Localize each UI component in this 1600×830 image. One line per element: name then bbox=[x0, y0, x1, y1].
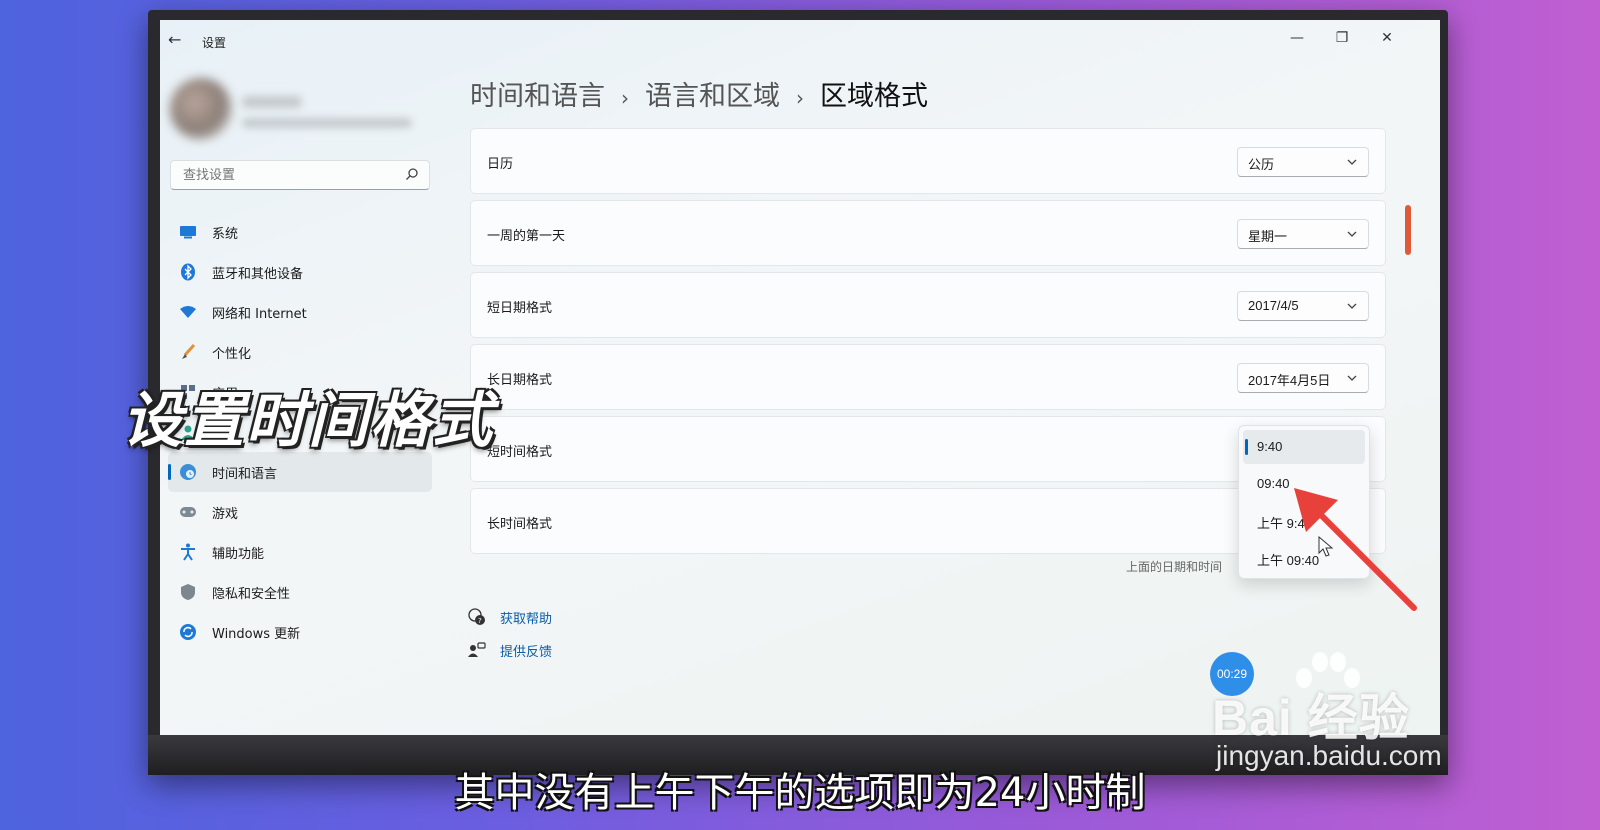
sidebar-item-label: 个性化 bbox=[212, 346, 252, 362]
sidebar-item-label: 网络和 Internet bbox=[212, 306, 307, 322]
sidebar-item-label: 隐私和安全性 bbox=[212, 586, 291, 602]
breadcrumb-separator: › bbox=[621, 86, 629, 110]
video-subtitle: 其中没有上午下午的选项即为24小时制 bbox=[454, 770, 1146, 816]
sidebar-item-windows-update[interactable]: Windows 更新 bbox=[168, 612, 432, 652]
chevron-down-icon bbox=[1347, 375, 1357, 381]
sidebar-item-gaming[interactable]: 游戏 bbox=[168, 492, 432, 532]
feedback-label[interactable]: 提供反馈 bbox=[500, 641, 552, 660]
sidebar-item-label: 系统 bbox=[212, 226, 239, 242]
long-date-dropdown[interactable]: 2017年4月5日 bbox=[1237, 363, 1369, 393]
monitor-icon bbox=[178, 222, 198, 242]
page-title: 区域格式 bbox=[820, 81, 928, 112]
sidebar-item-accessibility[interactable]: 辅助功能 bbox=[168, 532, 432, 572]
dropdown-value: 公历 bbox=[1248, 157, 1275, 172]
sidebar-item-label: 蓝牙和其他设备 bbox=[212, 266, 304, 282]
user-profile[interactable] bbox=[170, 78, 420, 148]
setting-short-date: 短日期格式 2017/4/5 bbox=[470, 272, 1386, 338]
search-input[interactable] bbox=[181, 166, 385, 183]
mouse-cursor-icon bbox=[1318, 536, 1334, 557]
feedback-icon bbox=[468, 642, 486, 657]
scrollbar[interactable] bbox=[1405, 205, 1411, 255]
calendar-dropdown[interactable]: 公历 bbox=[1237, 147, 1369, 177]
back-arrow-icon[interactable]: ← bbox=[168, 32, 184, 48]
sidebar-item-label: 游戏 bbox=[212, 506, 239, 522]
wifi-icon bbox=[178, 302, 198, 322]
breadcrumb-separator: › bbox=[796, 86, 804, 110]
date-time-note: 上面的日期和时间 bbox=[1126, 560, 1223, 574]
sidebar-item-label: 辅助功能 bbox=[212, 546, 265, 562]
svg-text:?: ? bbox=[478, 617, 482, 625]
search-box[interactable] bbox=[170, 160, 430, 190]
bluetooth-icon bbox=[178, 262, 198, 282]
sidebar-item-label: Windows 更新 bbox=[212, 626, 301, 642]
feedback-link[interactable]: 提供反馈 bbox=[468, 638, 552, 662]
first-day-dropdown[interactable]: 星期一 bbox=[1237, 219, 1369, 249]
setting-label: 日历 bbox=[487, 157, 514, 172]
app-title: 设置 bbox=[202, 36, 227, 50]
setting-label: 一周的第一天 bbox=[487, 229, 566, 244]
sidebar-item-label: 时间和语言 bbox=[212, 466, 278, 482]
setting-label: 短日期格式 bbox=[487, 301, 553, 316]
chevron-down-icon bbox=[1347, 231, 1357, 237]
setting-label: 短时间格式 bbox=[487, 445, 553, 460]
breadcrumb-time-language[interactable]: 时间和语言 bbox=[470, 81, 605, 112]
accessibility-icon bbox=[178, 542, 198, 562]
breadcrumb-language-region[interactable]: 语言和区域 bbox=[645, 81, 780, 112]
dropdown-value: 星期一 bbox=[1248, 229, 1288, 244]
get-help-label[interactable]: 获取帮助 bbox=[500, 608, 552, 627]
gamepad-icon bbox=[178, 502, 198, 522]
red-arrow-annotation bbox=[1294, 488, 1417, 611]
shield-icon bbox=[178, 582, 198, 602]
chevron-down-icon bbox=[1347, 303, 1357, 309]
breadcrumb: 时间和语言 › 语言和区域 › 区域格式 bbox=[470, 74, 928, 113]
update-icon bbox=[178, 622, 198, 642]
profile-email-blurred bbox=[242, 118, 412, 128]
title-bar: ← 设置 — ❐ ✕ bbox=[160, 20, 1440, 60]
sidebar-item-bluetooth[interactable]: 蓝牙和其他设备 bbox=[168, 252, 432, 292]
time-option-1[interactable]: 9:40 bbox=[1243, 430, 1365, 464]
setting-label: 长时间格式 bbox=[487, 517, 553, 532]
sidebar-item-privacy[interactable]: 隐私和安全性 bbox=[168, 572, 432, 612]
setting-calendar: 日历 公历 bbox=[470, 128, 1386, 194]
search-icon[interactable] bbox=[405, 167, 419, 181]
sidebar-item-personalization[interactable]: 个性化 bbox=[168, 332, 432, 372]
setting-label: 长日期格式 bbox=[487, 373, 553, 388]
setting-long-date: 长日期格式 2017年4月5日 bbox=[470, 344, 1386, 410]
close-button[interactable]: ✕ bbox=[1375, 26, 1399, 50]
dropdown-value: 2017年4月5日 bbox=[1248, 373, 1331, 388]
brush-icon bbox=[178, 342, 198, 362]
globe-clock-icon bbox=[178, 462, 198, 482]
minimize-button[interactable]: — bbox=[1285, 26, 1309, 50]
maximize-button[interactable]: ❐ bbox=[1330, 26, 1354, 50]
sidebar-item-network[interactable]: 网络和 Internet bbox=[168, 292, 432, 332]
option-label: 09:40 bbox=[1257, 476, 1290, 491]
avatar bbox=[170, 78, 232, 140]
dropdown-value: 2017/4/5 bbox=[1248, 298, 1299, 313]
help-chat-icon: ? bbox=[468, 608, 485, 625]
get-help-link[interactable]: ? 获取帮助 bbox=[468, 605, 552, 629]
short-date-dropdown[interactable]: 2017/4/5 bbox=[1237, 291, 1369, 321]
option-label: 9:40 bbox=[1257, 439, 1283, 454]
setting-first-day-of-week: 一周的第一天 星期一 bbox=[470, 200, 1386, 266]
profile-name-blurred bbox=[242, 96, 302, 108]
chevron-down-icon bbox=[1347, 159, 1357, 165]
overlay-title: 设置时间格式 bbox=[122, 386, 494, 456]
sidebar-item-system[interactable]: 系统 bbox=[168, 212, 432, 252]
